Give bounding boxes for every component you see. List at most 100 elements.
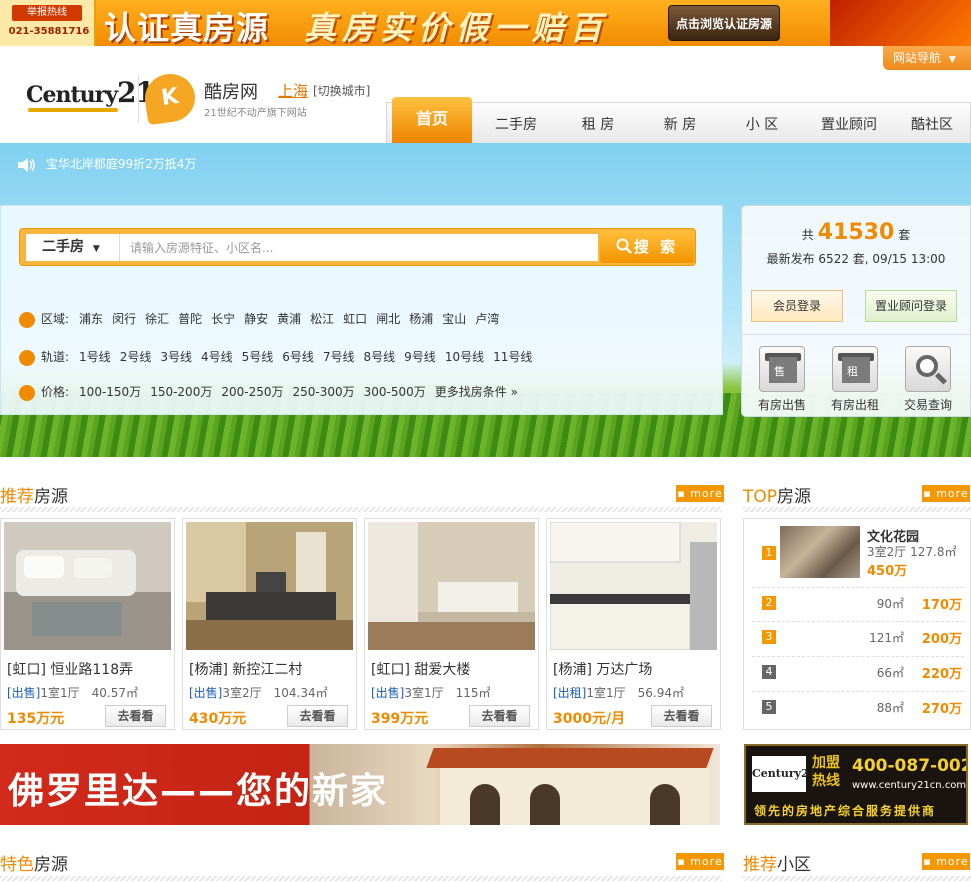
- listing-title[interactable]: [杨浦] 万达广场: [553, 659, 652, 679]
- view-listing-button[interactable]: 去看看: [651, 705, 712, 727]
- district-option[interactable]: 松江: [310, 312, 334, 326]
- listing-title[interactable]: [虹口] 甜爱大楼: [371, 659, 470, 679]
- listing-meta: [出售]3室2厅 104.34㎡: [189, 684, 328, 701]
- nav-rent[interactable]: 租 房: [561, 103, 635, 144]
- agent-login-button[interactable]: 置业顾问登录: [865, 290, 957, 322]
- district-option[interactable]: 闸北: [376, 312, 400, 326]
- featured-more-button[interactable]: ▪ more: [676, 853, 724, 870]
- top-row-price[interactable]: 270万: [912, 698, 962, 717]
- site-nav-label: 网站导航: [893, 51, 942, 65]
- view-listing-button[interactable]: 去看看: [469, 705, 530, 727]
- metro-option[interactable]: 6号线: [282, 350, 314, 364]
- top-more-button[interactable]: ▪ more: [922, 485, 970, 502]
- metro-option[interactable]: 3号线: [160, 350, 192, 364]
- site-nav-dropdown[interactable]: 网站导航 ▼: [883, 46, 971, 70]
- district-option[interactable]: 浦东: [79, 312, 103, 326]
- member-login-button[interactable]: 会员登录: [751, 290, 843, 322]
- search-input[interactable]: [120, 234, 598, 261]
- c21-franchise-ad[interactable]: Century21 加盟热线 400-087-0021 www.century2…: [744, 744, 968, 825]
- top-listing-price: 450万: [867, 564, 908, 579]
- listing-card[interactable]: [杨浦] 新控江二村 [出售]3室2厅 104.34㎡ 430万元 去看看: [182, 518, 357, 730]
- top-row-price[interactable]: 200万: [912, 628, 962, 647]
- metro-option[interactable]: 11号线: [493, 350, 532, 364]
- top-row-price[interactable]: 170万: [912, 594, 962, 613]
- century21-logo[interactable]: Century21: [26, 76, 155, 109]
- listing-title[interactable]: [虹口] 恒业路118弄: [7, 659, 133, 679]
- yen-icon: [19, 384, 35, 401]
- metro-option[interactable]: 9号线: [404, 350, 436, 364]
- listing-card[interactable]: [虹口] 甜爱大楼 [出售]3室1厅 115㎡ 399万元 去看看: [364, 518, 539, 730]
- top-section-title: TOP房源: [743, 482, 811, 507]
- district-option[interactable]: 杨浦: [409, 312, 433, 326]
- top-listing-meta: 3室2厅 127.8㎡: [867, 543, 956, 560]
- quick-sell-house[interactable]: 售 有房出售: [752, 346, 812, 413]
- view-listing-button[interactable]: 去看看: [105, 705, 166, 727]
- district-option[interactable]: 长宁: [211, 312, 235, 326]
- view-listing-button[interactable]: 去看看: [287, 705, 348, 727]
- search-type-select[interactable]: 二手房 ▼: [26, 234, 120, 261]
- metro-option[interactable]: 8号线: [364, 350, 396, 364]
- nav-community-forum[interactable]: 酷社区: [895, 103, 969, 144]
- nav-agents[interactable]: 置业顾问: [807, 103, 891, 144]
- quick-transaction-query[interactable]: 交易查询: [898, 346, 958, 413]
- nav-secondhand[interactable]: 二手房: [479, 103, 553, 144]
- metro-option[interactable]: 7号线: [323, 350, 355, 364]
- search-button[interactable]: 搜 索: [600, 231, 694, 263]
- nav-new-homes[interactable]: 新 房: [643, 103, 717, 144]
- browse-verified-button[interactable]: 点击浏览认证房源: [668, 5, 780, 41]
- top-listing-photo[interactable]: [780, 526, 860, 578]
- nav-home[interactable]: 首页: [392, 97, 472, 144]
- price-option[interactable]: 150-200万: [150, 385, 212, 399]
- district-option[interactable]: 卢湾: [475, 312, 499, 326]
- top-row-area[interactable]: 121㎡: [844, 629, 904, 646]
- top-row-price[interactable]: 220万: [912, 663, 962, 682]
- price-option[interactable]: 250-300万: [292, 385, 354, 399]
- listing-photo[interactable]: [186, 522, 353, 650]
- metro-option[interactable]: 5号线: [242, 350, 274, 364]
- metro-label: 轨道:: [41, 350, 70, 364]
- district-option[interactable]: 黄浦: [277, 312, 301, 326]
- metro-option[interactable]: 4号线: [201, 350, 233, 364]
- price-option[interactable]: 200-250万: [221, 385, 283, 399]
- district-option[interactable]: 徐汇: [145, 312, 169, 326]
- switch-city-link[interactable]: [切换城市]: [313, 82, 370, 99]
- listing-photo[interactable]: [4, 522, 171, 650]
- quick-rent-house[interactable]: 租 有房出租: [825, 346, 885, 413]
- district-option[interactable]: 闵行: [112, 312, 136, 326]
- listing-photo[interactable]: [368, 522, 535, 650]
- metro-option[interactable]: 10号线: [445, 350, 484, 364]
- district-option[interactable]: 静安: [244, 312, 268, 326]
- more-search-options-link[interactable]: 更多找房条件 »: [435, 385, 518, 399]
- price-option[interactable]: 100-150万: [79, 385, 141, 399]
- district-option[interactable]: 宝山: [442, 312, 466, 326]
- florida-ad-banner[interactable]: 佛罗里达——您的新家: [0, 744, 720, 825]
- district-option[interactable]: 普陀: [178, 312, 202, 326]
- rank-badge: 2: [762, 596, 776, 610]
- metro-option[interactable]: 2号线: [120, 350, 152, 364]
- house-rent-icon: 租: [832, 346, 878, 392]
- metro-option[interactable]: 1号线: [79, 350, 111, 364]
- listing-photo[interactable]: [550, 522, 717, 650]
- top-promo-banner[interactable]: 举报热线 021-35881716 认证真房源 真房实价假一赔百 点击浏览认证房…: [0, 0, 971, 46]
- c21-ad-phone: 400-087-0021: [852, 756, 966, 776]
- top-row-area[interactable]: 66㎡: [844, 664, 904, 681]
- top-row-area[interactable]: 88㎡: [844, 699, 904, 716]
- latest-count: 6522 套,: [818, 252, 869, 266]
- listing-title[interactable]: [杨浦] 新控江二村: [189, 659, 302, 679]
- announcement[interactable]: 宝华北岸郡庭99折2万抵4万: [18, 155, 196, 172]
- title-highlight: 推荐: [743, 855, 777, 875]
- quick-sell-label: 有房出售: [757, 398, 806, 412]
- price-option[interactable]: 300-500万: [364, 385, 426, 399]
- community-more-button[interactable]: ▪ more: [922, 853, 970, 870]
- current-city[interactable]: 上海: [278, 80, 308, 101]
- section-divider: [0, 876, 722, 881]
- recommend-more-button[interactable]: ▪ more: [676, 485, 724, 502]
- district-option[interactable]: 虹口: [343, 312, 367, 326]
- quick-query-label: 交易查询: [903, 398, 952, 412]
- top-row-area[interactable]: 90㎡: [844, 595, 904, 612]
- listing-card[interactable]: [虹口] 恒业路118弄 [出售]1室1厅 40.57㎡ 135万元 去看看: [0, 518, 175, 730]
- listing-card[interactable]: [杨浦] 万达广场 [出租]1室1厅 56.94㎡ 3000元/月 去看看: [546, 518, 721, 730]
- nav-communities[interactable]: 小 区: [725, 103, 799, 144]
- villa-arch: [650, 784, 680, 825]
- title-rest: 房源: [34, 487, 68, 507]
